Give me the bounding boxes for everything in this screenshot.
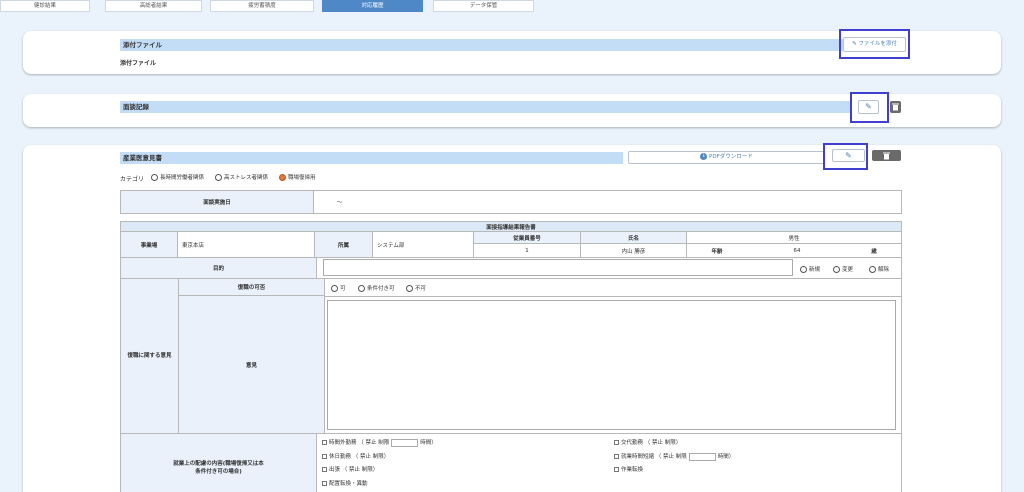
return-radio-ng[interactable]: 不可 bbox=[406, 284, 426, 292]
return-opinion-block: 復職に関する意見 復職の可否 可 条件付き可 不可 意見 bbox=[120, 278, 902, 434]
checkbox-icon bbox=[614, 440, 619, 445]
category-radio-long-hours[interactable]: 長時間労働者関係 bbox=[151, 173, 204, 181]
interview-delete-button[interactable] bbox=[890, 101, 901, 113]
pdf-download-label: PDFダウンロード bbox=[709, 154, 753, 160]
checkbox-icon bbox=[322, 481, 327, 486]
consideration-transfer[interactable]: 配置転換・異動 bbox=[322, 479, 368, 487]
checkbox-icon bbox=[614, 467, 619, 472]
age-value: 64 bbox=[793, 247, 801, 254]
radio-icon bbox=[331, 285, 338, 292]
checkbox-icon bbox=[322, 440, 327, 445]
opinion-card: 産業医意見書 ↓ PDFダウンロード ✎ カテゴリ 長時間労働者関係 高ストレス… bbox=[23, 143, 1001, 492]
purpose-input[interactable] bbox=[323, 259, 793, 276]
consideration-shift-work[interactable]: 交代勤務 （ 禁止 制限） bbox=[614, 438, 681, 446]
divider bbox=[325, 296, 901, 297]
radio-icon bbox=[406, 285, 413, 292]
edit-icon: ✎ bbox=[845, 151, 852, 160]
pdf-download-button[interactable]: ↓ PDFダウンロード bbox=[628, 151, 825, 164]
age-label: 年齢 bbox=[711, 248, 723, 255]
purpose-row: 目的 新規 変更 解除 bbox=[120, 257, 902, 279]
purpose-label: 目的 bbox=[121, 258, 317, 278]
checkbox-icon bbox=[614, 454, 619, 459]
interview-date-row: 面談実施日 ～ bbox=[120, 190, 902, 214]
purpose-radio-cancel[interactable]: 解除 bbox=[869, 265, 889, 273]
considerations-block: 就業上の配慮の内容(職場復帰又は本条件付き可の場合) 時間外勤務 （ 禁止 制限… bbox=[120, 433, 902, 492]
name-label: 氏名 bbox=[581, 232, 687, 244]
radio-icon bbox=[833, 266, 840, 273]
checkbox-icon bbox=[322, 454, 327, 459]
gender-value: 男性 bbox=[687, 232, 901, 244]
radio-icon bbox=[358, 285, 365, 292]
opinion-textarea[interactable] bbox=[327, 300, 896, 430]
category-radio-high-stress[interactable]: 高ストレス者関係 bbox=[215, 173, 268, 181]
edit-icon: ✎ bbox=[865, 102, 872, 111]
age-unit: 歳 bbox=[871, 248, 877, 255]
trash-icon bbox=[892, 103, 899, 111]
radio-icon bbox=[151, 174, 158, 181]
interview-card: 面談記録 ✎ bbox=[23, 92, 1001, 127]
attachment-card: 添付ファイル 添付ファイル ✎ ファイルを添付 bbox=[23, 29, 1001, 74]
interview-date-label: 面談実施日 bbox=[121, 191, 314, 213]
attach-file-button[interactable]: ✎ ファイルを添付 bbox=[843, 37, 906, 52]
category-label: カテゴリ bbox=[120, 176, 145, 183]
radio-icon bbox=[279, 174, 286, 181]
return-radio-ok[interactable]: 可 bbox=[331, 284, 346, 292]
purpose-radio-new[interactable]: 新規 bbox=[800, 265, 820, 273]
return-group-label: 復職に関する意見 bbox=[121, 279, 179, 433]
shorter-hours-input[interactable] bbox=[688, 452, 716, 461]
tab-data-storage[interactable]: データ保管 bbox=[433, 0, 534, 12]
report-info-row: 事業場 東京本店 所属 システム部 従業員番号 1 氏名 内山 勝彦 男性 年齢… bbox=[120, 231, 902, 258]
department-value: システム部 bbox=[373, 232, 474, 257]
checkbox-icon bbox=[322, 467, 327, 472]
tab-bar: 健診結果 高総者結果 疲労蓄積度 対応履歴 データ保管 bbox=[0, 0, 1024, 12]
tab-fatigue[interactable]: 疲労蓄積度 bbox=[210, 0, 314, 12]
opinion-delete-button[interactable] bbox=[872, 150, 901, 161]
trash-icon bbox=[883, 152, 890, 160]
employee-number-label: 従業員番号 bbox=[474, 232, 581, 244]
tab-high-risk-results[interactable]: 高総者結果 bbox=[105, 0, 202, 12]
radio-icon bbox=[869, 266, 876, 273]
office-value: 東京本店 bbox=[178, 232, 315, 257]
purpose-radio-change[interactable]: 変更 bbox=[833, 265, 853, 273]
opinion-header: 産業医意見書 bbox=[120, 152, 623, 164]
department-label: 所属 bbox=[315, 232, 373, 257]
consideration-job-change[interactable]: 作業転換 bbox=[614, 465, 643, 473]
return-possible-label: 復職の可否 bbox=[179, 279, 325, 296]
attachment-sublabel: 添付ファイル bbox=[120, 60, 157, 67]
tab-health-results[interactable]: 健診結果 bbox=[0, 0, 90, 12]
download-icon: ↓ bbox=[700, 153, 708, 160]
report-title: 面接指導結果報告書 bbox=[486, 224, 536, 231]
employee-number-value: 1 bbox=[474, 244, 581, 257]
return-radio-conditional[interactable]: 条件付き可 bbox=[358, 284, 395, 292]
radio-icon bbox=[215, 174, 222, 181]
category-radio-return[interactable]: 職場復帰用 bbox=[279, 173, 316, 181]
consideration-shorter-hours[interactable]: 就業時間短縮 （ 禁止 制限 時間） bbox=[614, 452, 734, 461]
interview-date-value[interactable]: ～ bbox=[337, 191, 437, 213]
radio-icon bbox=[800, 266, 807, 273]
opinion-edit-button[interactable]: ✎ bbox=[832, 149, 865, 162]
interview-edit-button[interactable]: ✎ bbox=[858, 100, 879, 114]
attachment-header: 添付ファイル bbox=[120, 39, 858, 51]
interview-header: 面談記録 bbox=[120, 101, 851, 113]
name-value: 内山 勝彦 bbox=[581, 244, 687, 257]
considerations-label: 就業上の配慮の内容(職場復帰又は本条件付き可の場合) bbox=[121, 434, 317, 492]
edit-icon: ✎ bbox=[852, 41, 857, 47]
office-label: 事業場 bbox=[121, 232, 178, 257]
attach-file-label: ファイルを添付 bbox=[858, 41, 897, 47]
consideration-overtime[interactable]: 時間外勤務 （ 禁止 制限 時間） bbox=[322, 438, 437, 447]
opinion-text-label: 意見 bbox=[179, 296, 325, 433]
consideration-holiday[interactable]: 休日勤務 （ 禁止 制限） bbox=[322, 452, 389, 460]
overtime-hours-input[interactable] bbox=[391, 438, 419, 447]
tab-response-history[interactable]: 対応履歴 bbox=[322, 0, 423, 12]
consideration-business-trip[interactable]: 出張 （ 禁止 制限） bbox=[322, 465, 378, 473]
